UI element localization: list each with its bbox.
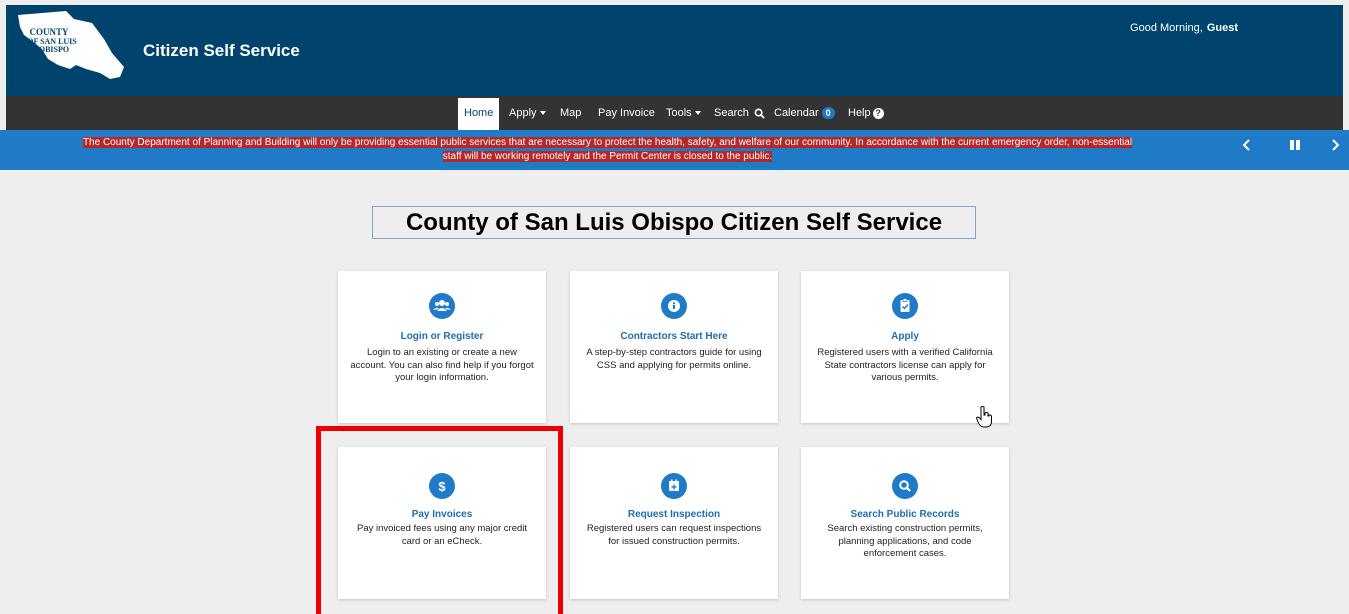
svg-text:COUNTY: COUNTY <box>29 27 69 37</box>
nav-calendar-label: Calendar <box>774 107 819 119</box>
card-title[interactable]: Search Public Records <box>801 509 1009 520</box>
card-description: Registered users can request inspections… <box>586 523 762 547</box>
card-request-inspection[interactable]: Request Inspection Registered users can … <box>570 447 778 599</box>
card-title[interactable]: Apply <box>801 331 1009 342</box>
card-title[interactable]: Contractors Start Here <box>570 331 778 342</box>
search-icon <box>892 473 918 499</box>
card-description: Registered users with a verified Califor… <box>817 347 993 383</box>
nav-map[interactable]: Map <box>560 96 581 130</box>
page-title: County of San Luis Obispo Citizen Self S… <box>372 206 976 239</box>
card-login-register[interactable]: Login or Register Login to an existing o… <box>338 271 546 423</box>
card-description: A step-by-step contractors guide for usi… <box>586 347 762 371</box>
nav-tools-label: Tools <box>666 107 692 119</box>
card-search-public-records[interactable]: Search Public Records Search existing co… <box>801 447 1009 599</box>
search-icon <box>754 108 765 119</box>
main-nav: Home Apply Map Pay Invoice Tools Search … <box>6 96 1343 130</box>
banner-text: The County Department of Planning and Bu… <box>0 136 1215 164</box>
banner-prev-button[interactable] <box>1242 138 1252 155</box>
nav-pay-invoice[interactable]: Pay Invoice <box>598 96 655 130</box>
hand-cursor-icon <box>975 406 992 428</box>
nav-apply-label: Apply <box>509 107 537 119</box>
chevron-right-icon <box>1332 139 1340 151</box>
nav-calendar[interactable]: Calendar 0 <box>774 96 835 130</box>
banner-pause-button[interactable] <box>1289 138 1301 155</box>
greeting-text: Good Morning, <box>1130 22 1203 34</box>
nav-tools[interactable]: Tools <box>666 96 701 130</box>
clipboard-check-icon <box>892 293 918 319</box>
users-icon <box>429 293 455 319</box>
nav-help-label: Help <box>848 107 871 119</box>
announcement-banner: The County Department of Planning and Bu… <box>0 130 1349 170</box>
card-title[interactable]: Login or Register <box>338 331 546 342</box>
card-apply[interactable]: Apply Registered users with a verified C… <box>801 271 1009 423</box>
card-contractors-start-here[interactable]: Contractors Start Here A step-by-step co… <box>570 271 778 423</box>
user-name[interactable]: Guest <box>1207 22 1238 34</box>
site-title[interactable]: Citizen Self Service <box>143 41 300 61</box>
county-logo[interactable]: COUNTY OF SAN LUIS OBISPO <box>14 9 126 85</box>
nav-search-label: Search <box>714 107 749 119</box>
banner-line-1: The County Department of Planning and Bu… <box>82 137 1133 148</box>
nav-search[interactable]: Search <box>714 96 765 130</box>
pause-icon <box>1290 140 1300 150</box>
caret-down-icon <box>694 111 701 116</box>
highlight-box <box>316 426 563 614</box>
card-description: Search existing construction permits, pl… <box>827 523 983 559</box>
chevron-left-icon <box>1242 139 1250 151</box>
banner-line-2: staff will be working remotely and the P… <box>442 151 773 162</box>
svg-text:OBISPO: OBISPO <box>39 45 69 54</box>
card-title[interactable]: Request Inspection <box>570 509 778 520</box>
banner-next-button[interactable] <box>1330 138 1340 155</box>
calendar-count-badge: 0 <box>821 107 835 119</box>
nav-help[interactable]: Help? <box>848 96 884 130</box>
calendar-plus-icon <box>661 473 687 499</box>
nav-home[interactable]: Home <box>458 98 500 130</box>
greeting: Good Morning, Guest <box>1130 22 1238 34</box>
info-icon <box>661 293 687 319</box>
site-header: COUNTY OF SAN LUIS OBISPO Citizen Self S… <box>6 5 1343 96</box>
question-icon: ? <box>872 107 884 119</box>
caret-down-icon <box>539 111 546 116</box>
nav-apply[interactable]: Apply <box>509 96 546 130</box>
card-description: Login to an existing or create a new acc… <box>350 347 534 383</box>
